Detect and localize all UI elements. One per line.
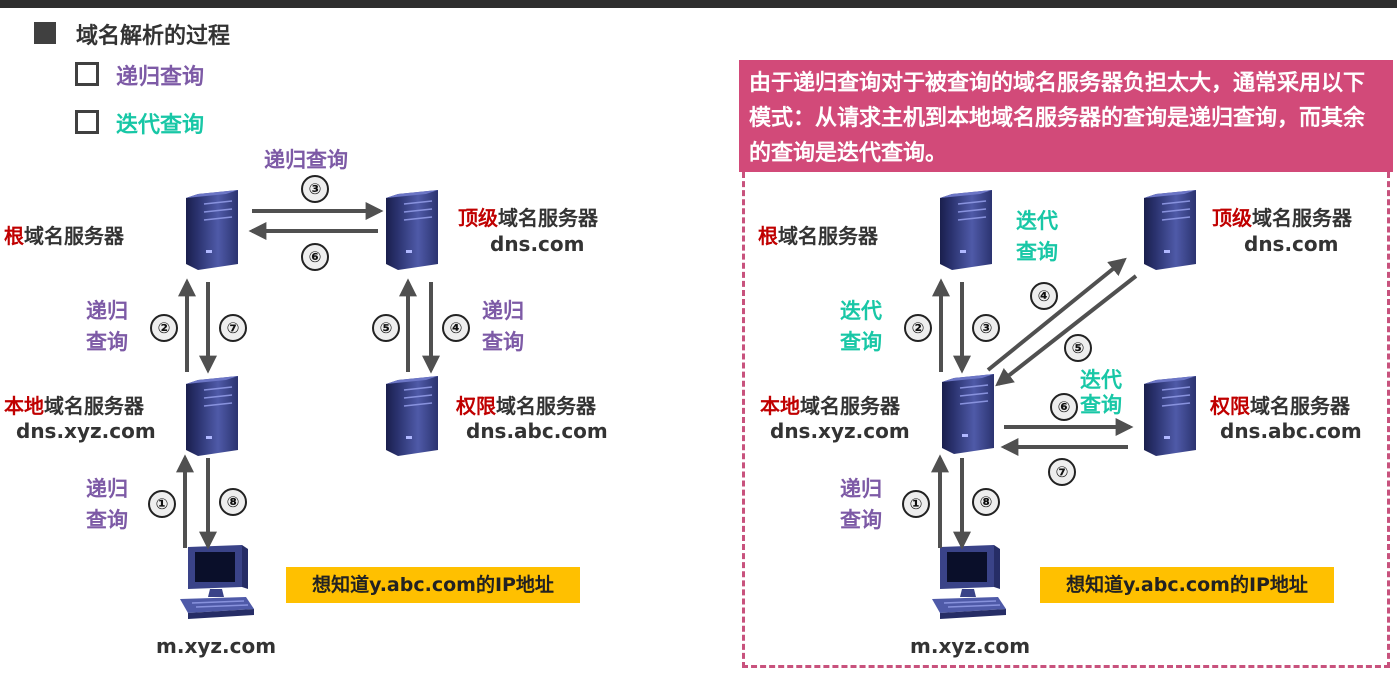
right-step-6: ⑥ [1050, 393, 1078, 421]
right-local-label: 本地域名服务器 [760, 390, 900, 419]
left-highlight: 想知道y.abc.com的IP地址 [286, 567, 580, 603]
right-tld-host: dns.com [1244, 232, 1339, 256]
left-auth-prefix: 权限 [456, 394, 496, 418]
left-root-label: 根域名服务器 [4, 220, 124, 249]
left-local-server-icon [185, 376, 239, 456]
left-step-5: ⑤ [372, 314, 400, 342]
right-auth-label: 权限域名服务器 [1210, 390, 1350, 419]
left-query-top: 递归查询 [264, 148, 348, 172]
right-step-4: ④ [1030, 282, 1058, 310]
right-step-7: ⑦ [1048, 458, 1076, 486]
left-tld-label: 顶级域名服务器 [458, 202, 598, 231]
right-client-host: m.xyz.com [910, 634, 1031, 658]
left-client-host: m.xyz.com [156, 634, 277, 658]
left-root-suffix: 域名服务器 [24, 224, 124, 248]
right-step-8: ⑧ [972, 488, 1000, 516]
left-step-6: ⑥ [301, 243, 329, 271]
left-tld-suffix: 域名服务器 [498, 206, 598, 230]
right-step-2: ② [904, 314, 932, 342]
left-query-tld-auth: 递归 查询 [482, 299, 524, 354]
right-local-suffix: 域名服务器 [800, 394, 900, 418]
left-step-2: ② [150, 314, 178, 342]
right-step-1: ① [902, 490, 930, 518]
right-query-local-root: 迭代 查询 [840, 299, 882, 354]
left-auth-label: 权限域名服务器 [456, 390, 596, 419]
right-step-5: ⑤ [1064, 334, 1092, 362]
left-tld-host: dns.com [490, 232, 585, 256]
right-local-prefix: 本地 [760, 394, 800, 418]
note-box: 由于递归查询对于被查询的域名服务器负担太大，通常采用以下模式：从请求主机到本地域… [739, 60, 1393, 172]
left-step-4: ④ [442, 314, 470, 342]
right-root-suffix: 域名服务器 [778, 224, 878, 248]
left-tld-server-icon [385, 190, 439, 270]
left-local-suffix: 域名服务器 [44, 394, 144, 418]
right-query-auth: 迭代 查询 [1080, 368, 1122, 417]
left-auth-suffix: 域名服务器 [496, 394, 596, 418]
right-query-client: 递归 查询 [840, 477, 882, 532]
left-auth-host: dns.abc.com [466, 419, 608, 443]
left-local-host: dns.xyz.com [16, 419, 156, 443]
left-tld-prefix: 顶级 [458, 206, 498, 230]
left-query-root-local: 递归 查询 [86, 299, 128, 354]
left-root-prefix: 根 [4, 224, 24, 248]
left-query-client: 递归 查询 [86, 477, 128, 532]
right-auth-host: dns.abc.com [1220, 419, 1362, 443]
left-local-prefix: 本地 [4, 394, 44, 418]
left-step-3: ③ [301, 175, 329, 203]
right-tld-prefix: 顶级 [1212, 206, 1252, 230]
left-step-8: ⑧ [219, 488, 247, 516]
left-auth-server-icon [385, 376, 439, 456]
right-tld-suffix: 域名服务器 [1252, 206, 1352, 230]
left-step-1: ① [148, 490, 176, 518]
left-root-server-icon [185, 190, 239, 270]
right-tld-label: 顶级域名服务器 [1212, 202, 1352, 231]
right-root-prefix: 根 [758, 224, 778, 248]
right-local-host: dns.xyz.com [770, 419, 910, 443]
right-highlight: 想知道y.abc.com的IP地址 [1040, 567, 1334, 603]
right-auth-suffix: 域名服务器 [1250, 394, 1350, 418]
left-local-label: 本地域名服务器 [4, 390, 144, 419]
left-step-7: ⑦ [219, 314, 247, 342]
right-root-label: 根域名服务器 [758, 220, 878, 249]
right-step-3: ③ [972, 314, 1000, 342]
left-client-computer-icon [179, 545, 255, 620]
right-query-root: 迭代 查询 [1016, 209, 1058, 264]
right-auth-prefix: 权限 [1210, 394, 1250, 418]
